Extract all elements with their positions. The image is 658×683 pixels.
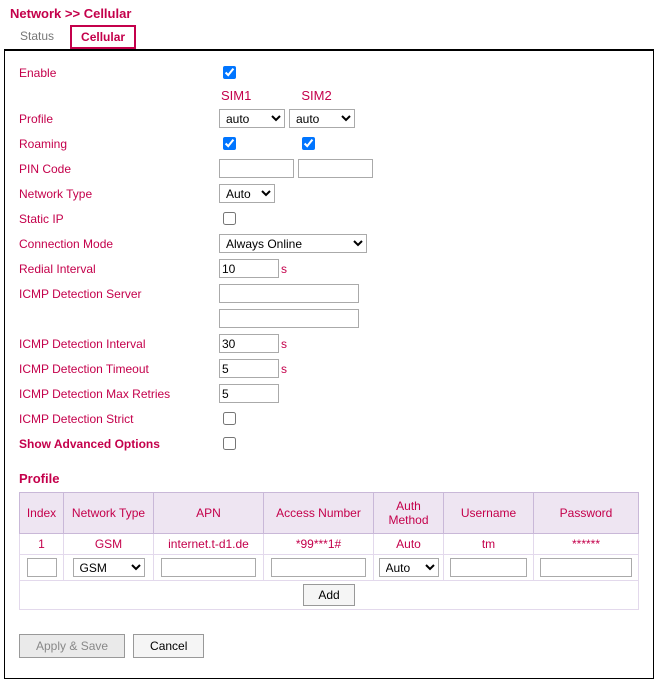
tab-cellular[interactable]: Cellular bbox=[70, 25, 136, 49]
table-add-row: Add bbox=[20, 581, 639, 610]
label-profile: Profile bbox=[19, 112, 219, 126]
label-connmode: Connection Mode bbox=[19, 237, 219, 251]
settings-form: Enable SIM1 SIM2 Profile auto auto Roami… bbox=[19, 63, 639, 453]
icmp-timeout-input[interactable] bbox=[219, 359, 279, 378]
new-username-input[interactable] bbox=[450, 558, 527, 577]
new-accessnum-input[interactable] bbox=[271, 558, 367, 577]
apply-save-button[interactable]: Apply & Save bbox=[19, 634, 125, 658]
th-nettype: Network Type bbox=[64, 493, 154, 534]
label-redial: Redial Interval bbox=[19, 262, 219, 276]
unit-s: s bbox=[281, 362, 287, 376]
roaming-sim1-checkbox[interactable] bbox=[223, 137, 236, 150]
pin-sim2-input[interactable] bbox=[298, 159, 373, 178]
footer-buttons: Apply & Save Cancel bbox=[19, 634, 639, 658]
sim1-header: SIM1 bbox=[221, 88, 251, 103]
table-row[interactable]: 1 GSM internet.t-d1.de *99***1# Auto tm … bbox=[20, 534, 639, 555]
icmp-retries-input[interactable] bbox=[219, 384, 279, 403]
cell-authmethod: Auto bbox=[374, 534, 444, 555]
sim-headers: SIM1 SIM2 bbox=[219, 88, 639, 103]
roaming-sim2-checkbox[interactable] bbox=[302, 137, 315, 150]
cellular-panel: Enable SIM1 SIM2 Profile auto auto Roami… bbox=[4, 49, 654, 679]
show-adv-checkbox[interactable] bbox=[223, 437, 236, 450]
label-icmp-timeout: ICMP Detection Timeout bbox=[19, 362, 219, 376]
connmode-select[interactable]: Always Online bbox=[219, 234, 367, 253]
new-index-input[interactable] bbox=[27, 558, 57, 577]
table-new-row: GSM Auto bbox=[20, 555, 639, 581]
profile-sim1-select[interactable]: auto bbox=[219, 109, 285, 128]
icmp-interval-input[interactable] bbox=[219, 334, 279, 353]
profile-table: Index Network Type APN Access Number Aut… bbox=[19, 492, 639, 610]
tab-status[interactable]: Status bbox=[10, 25, 64, 49]
profile-sim2-select[interactable]: auto bbox=[289, 109, 355, 128]
cell-index: 1 bbox=[20, 534, 64, 555]
cell-accessnum: *99***1# bbox=[264, 534, 374, 555]
th-authmethod: Auth Method bbox=[374, 493, 444, 534]
staticip-checkbox[interactable] bbox=[223, 212, 236, 225]
cell-apn: internet.t-d1.de bbox=[154, 534, 264, 555]
enable-checkbox[interactable] bbox=[223, 66, 236, 79]
unit-s: s bbox=[281, 337, 287, 351]
cell-password: ****** bbox=[534, 534, 639, 555]
label-icmp-retries: ICMP Detection Max Retries bbox=[19, 387, 219, 401]
icmp-server1-input[interactable] bbox=[219, 284, 359, 303]
new-password-input[interactable] bbox=[540, 558, 631, 577]
breadcrumb: Network >> Cellular bbox=[10, 6, 654, 21]
th-apn: APN bbox=[154, 493, 264, 534]
th-password: Password bbox=[534, 493, 639, 534]
label-roaming: Roaming bbox=[19, 137, 219, 151]
redial-input[interactable] bbox=[219, 259, 279, 278]
label-nettype: Network Type bbox=[19, 187, 219, 201]
add-button[interactable]: Add bbox=[303, 584, 354, 606]
th-accessnum: Access Number bbox=[264, 493, 374, 534]
label-show-adv: Show Advanced Options bbox=[19, 437, 219, 451]
label-icmp-strict: ICMP Detection Strict bbox=[19, 412, 219, 426]
label-pin: PIN Code bbox=[19, 162, 219, 176]
label-staticip: Static IP bbox=[19, 212, 219, 226]
label-icmp-interval: ICMP Detection Interval bbox=[19, 337, 219, 351]
new-authmethod-select[interactable]: Auto bbox=[379, 558, 439, 577]
label-icmp-server: ICMP Detection Server bbox=[19, 287, 219, 301]
nettype-select[interactable]: Auto bbox=[219, 184, 275, 203]
th-username: Username bbox=[444, 493, 534, 534]
tabs: Status Cellular bbox=[10, 25, 654, 49]
icmp-server2-input[interactable] bbox=[219, 309, 359, 328]
label-enable: Enable bbox=[19, 66, 219, 80]
profile-section-title: Profile bbox=[19, 471, 639, 486]
cell-nettype: GSM bbox=[64, 534, 154, 555]
unit-s: s bbox=[281, 262, 287, 276]
new-nettype-select[interactable]: GSM bbox=[73, 558, 145, 577]
pin-sim1-input[interactable] bbox=[219, 159, 294, 178]
cell-username: tm bbox=[444, 534, 534, 555]
cancel-button[interactable]: Cancel bbox=[133, 634, 204, 658]
new-apn-input[interactable] bbox=[161, 558, 257, 577]
sim2-header: SIM2 bbox=[301, 88, 331, 103]
th-index: Index bbox=[20, 493, 64, 534]
icmp-strict-checkbox[interactable] bbox=[223, 412, 236, 425]
